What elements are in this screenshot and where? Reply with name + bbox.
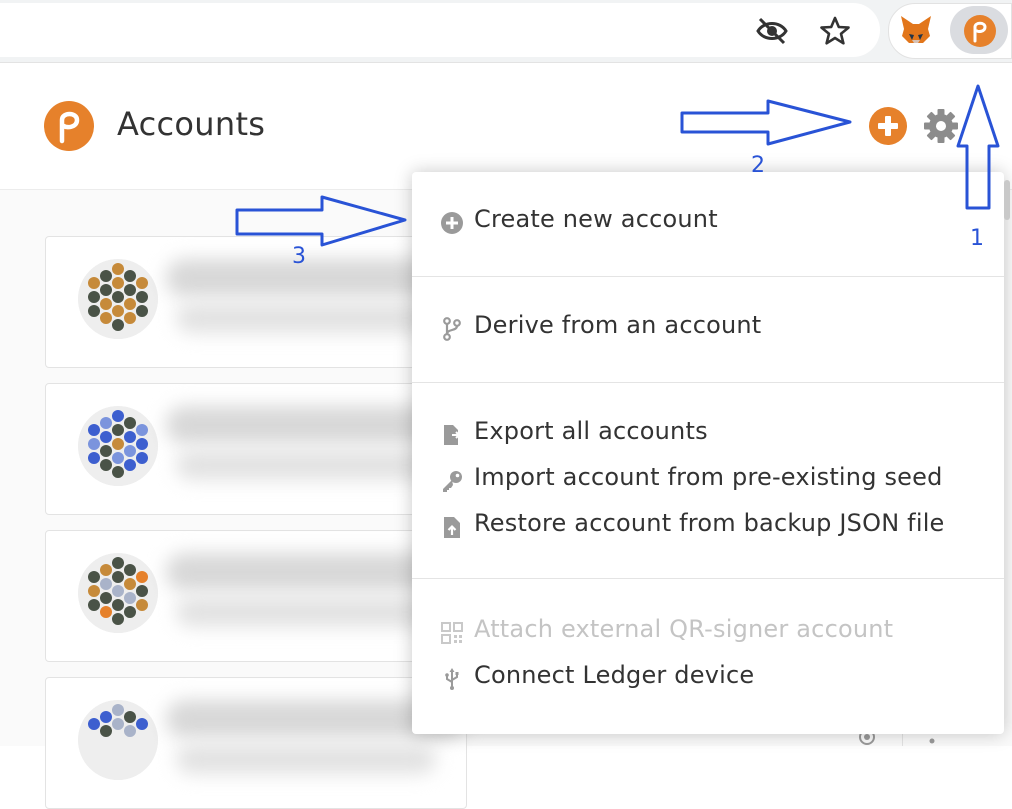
star-icon[interactable] xyxy=(819,15,851,47)
browser-toolbar xyxy=(0,0,1012,63)
restore-from-json-item[interactable]: Restore account from backup JSON file xyxy=(412,505,1004,547)
menu-item-label: Restore account from backup JSON file xyxy=(474,509,945,537)
code-branch-icon xyxy=(443,317,461,341)
annotation-label-3: 3 xyxy=(292,244,306,269)
scrollbar[interactable] xyxy=(1004,180,1010,220)
import-from-seed-item[interactable]: Import account from pre-existing seed xyxy=(412,459,1004,501)
annotation-label-1: 1 xyxy=(970,226,984,251)
account-card[interactable] xyxy=(45,530,467,662)
derive-account-item[interactable]: Derive from an account xyxy=(412,307,1004,349)
menu-item-label: Import account from pre-existing seed xyxy=(474,463,943,491)
plus-circle-icon xyxy=(441,212,463,234)
eye-off-icon[interactable] xyxy=(755,17,789,45)
menu-item-label: Derive from an account xyxy=(474,311,762,339)
file-upload-icon xyxy=(444,517,460,538)
menu-divider xyxy=(412,276,1004,277)
export-all-accounts-item[interactable]: Export all accounts xyxy=(412,413,1004,455)
redacted-account-address xyxy=(176,303,436,333)
popup-header: Accounts xyxy=(0,63,1012,190)
annotation-label-2: 2 xyxy=(751,153,765,178)
add-account-menu: Create new account Derive from an accoun… xyxy=(412,172,1004,734)
menu-item-label: Export all accounts xyxy=(474,417,708,445)
account-card[interactable] xyxy=(45,236,467,368)
connect-ledger-item[interactable]: Connect Ledger device xyxy=(412,657,1004,699)
account-identicon xyxy=(78,406,158,486)
address-bar[interactable] xyxy=(0,3,880,57)
attach-qr-signer-item: Attach external QR-signer account xyxy=(412,611,1004,653)
menu-divider xyxy=(412,578,1004,579)
redacted-account-address xyxy=(176,744,436,774)
redacted-account-address xyxy=(176,450,436,480)
file-export-icon xyxy=(444,425,461,445)
qrcode-icon xyxy=(441,622,463,644)
key-icon xyxy=(443,471,462,492)
polkadot-logo-icon xyxy=(44,101,94,151)
menu-item-label: Create new account xyxy=(474,205,718,233)
metamask-fox-icon[interactable] xyxy=(899,14,933,46)
account-card[interactable] xyxy=(45,383,467,515)
menu-item-label: Connect Ledger device xyxy=(474,661,755,689)
page-title: Accounts xyxy=(117,105,266,143)
add-account-button[interactable] xyxy=(869,107,907,145)
account-identicon xyxy=(78,553,158,633)
create-new-account-item[interactable]: Create new account xyxy=(412,201,1004,243)
menu-divider xyxy=(412,382,1004,383)
account-identicon xyxy=(78,700,158,780)
plus-icon xyxy=(878,116,898,136)
polkadot-extension-icon[interactable] xyxy=(963,14,997,48)
usb-icon xyxy=(445,668,459,690)
account-identicon xyxy=(78,259,158,339)
settings-gear-icon[interactable] xyxy=(921,106,961,146)
redacted-account-address xyxy=(176,597,436,627)
menu-item-label: Attach external QR-signer account xyxy=(474,615,894,643)
account-card[interactable] xyxy=(45,677,467,809)
